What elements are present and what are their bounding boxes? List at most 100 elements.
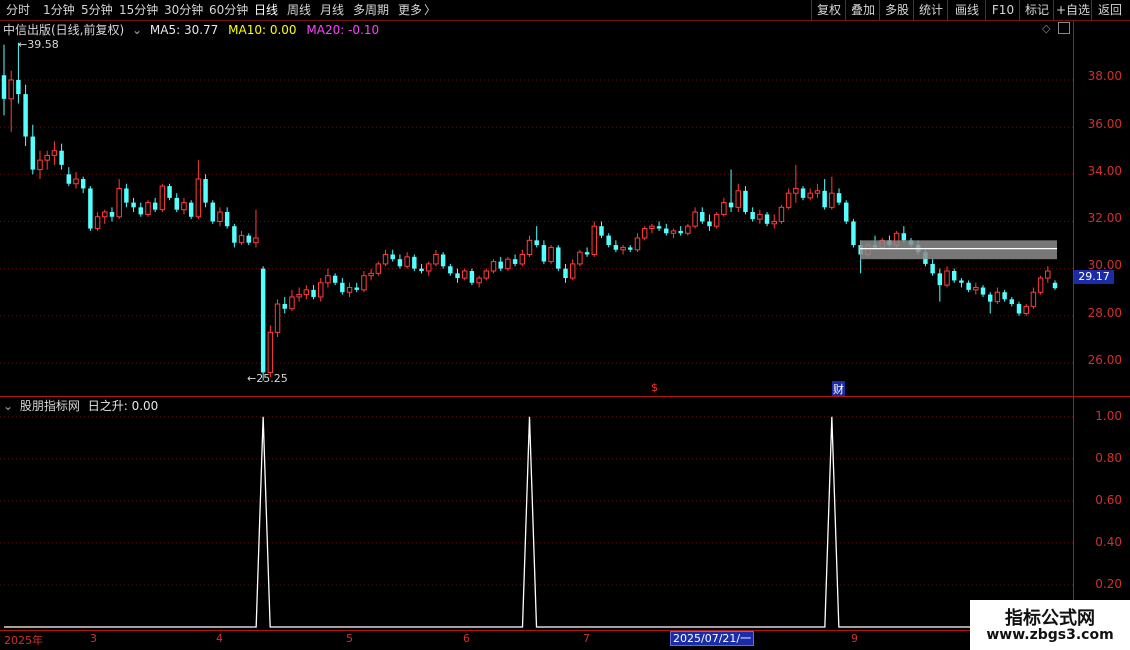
- candle-body-down: [606, 235, 611, 246]
- candle-body-up: [217, 211, 223, 222]
- period-tab-more[interactable]: 更多: [398, 0, 422, 20]
- panel-divider: [0, 396, 1130, 397]
- candle-body-up: [461, 270, 468, 279]
- candle-body-up: [634, 237, 641, 251]
- candle-body-down: [1016, 304, 1022, 314]
- panel-window-icon[interactable]: [1058, 22, 1070, 34]
- arrow-left-icon: ←: [18, 38, 28, 51]
- period-tab-monthly[interactable]: 月线: [320, 0, 344, 20]
- candle-body-down: [311, 289, 316, 297]
- candle-body-down: [260, 268, 266, 373]
- candle-body-up: [757, 213, 763, 220]
- candle-body-down: [203, 179, 208, 203]
- candle-body-up: [361, 275, 367, 291]
- candle-body-up: [94, 216, 101, 230]
- candle-body-down: [455, 273, 460, 279]
- period-tab-60min[interactable]: 60分钟: [209, 0, 248, 20]
- fuquan-button[interactable]: 复权: [811, 0, 846, 20]
- candle-body-up: [159, 185, 166, 211]
- candle-body-up: [771, 220, 777, 225]
- add-watchlist-button[interactable]: +自选: [1053, 0, 1092, 20]
- x-tick-label: 3: [90, 632, 97, 645]
- candle-body-down: [901, 233, 907, 241]
- period-tab-15min[interactable]: 15分钟: [119, 0, 158, 20]
- period-tab-multi[interactable]: 多周期: [353, 0, 389, 20]
- candle-body-down: [750, 212, 755, 220]
- candle-body-up: [620, 246, 626, 251]
- ma20-value: MA20: -0.10: [306, 23, 380, 37]
- candle-body-up: [713, 213, 720, 227]
- y-tick-label: 34.00: [1087, 164, 1122, 178]
- candle-body-down: [498, 261, 503, 269]
- overlay-button[interactable]: 叠加: [845, 0, 880, 20]
- candle-body-down: [88, 188, 93, 229]
- candle-body-down: [1009, 299, 1015, 305]
- financial-report-marker[interactable]: 财: [832, 381, 845, 397]
- x-tick-label: 9: [851, 632, 858, 645]
- candle-body-down: [800, 188, 806, 198]
- y-tick-label: 0.40: [1095, 535, 1122, 549]
- candle-body-down: [613, 245, 619, 250]
- candle-body-down: [1, 75, 7, 99]
- candle-body-down: [390, 254, 395, 260]
- x-tick-label: 2025年: [4, 634, 43, 647]
- period-tab-30min[interactable]: 30分钟: [164, 0, 203, 20]
- candle-body-down: [1052, 282, 1058, 289]
- cursor-date-tag: 2025/07/21/一: [670, 631, 755, 646]
- period-tab-5min[interactable]: 5分钟: [81, 0, 113, 20]
- period-tab-weekly[interactable]: 周线: [287, 0, 311, 20]
- candle-body-down: [224, 212, 230, 227]
- period-tab-1min[interactable]: 1分钟: [43, 0, 75, 20]
- candle-body-down: [138, 207, 144, 215]
- candle-body-down: [469, 271, 475, 283]
- candle-body-up: [404, 256, 410, 267]
- candle-body-up: [44, 154, 50, 161]
- candle-body-down: [728, 202, 734, 208]
- candle-body-down: [966, 282, 971, 290]
- low-price-label: ←25.25: [247, 372, 288, 385]
- candle-body-up: [375, 263, 382, 274]
- x-tick-label: 7: [583, 632, 590, 645]
- candle-body-up: [37, 159, 43, 171]
- y-tick-label: 0.80: [1095, 451, 1122, 465]
- y-tick-label: 36.00: [1087, 117, 1122, 131]
- candle-body-down: [440, 254, 446, 267]
- candle-body-down: [541, 245, 547, 262]
- stock-title: 中信出版(日线,前复权): [3, 23, 125, 37]
- f10-button[interactable]: F10: [985, 0, 1020, 20]
- collapse-chevron-icon[interactable]: ⌄: [3, 399, 13, 413]
- candle-body-down: [23, 94, 28, 137]
- candle-body-down: [167, 186, 172, 198]
- candle-body-up: [1045, 270, 1051, 279]
- collapse-chevron-icon[interactable]: ⌄: [132, 23, 142, 37]
- indicator-panel[interactable]: [0, 397, 1073, 630]
- chevron-right-icon[interactable]: 〉: [424, 0, 436, 20]
- candle-body-down: [174, 197, 179, 210]
- y-tick-label: 28.00: [1087, 306, 1122, 320]
- draw-line-button[interactable]: 画线: [947, 0, 986, 20]
- statistics-button[interactable]: 统计: [913, 0, 948, 20]
- candle-body-up: [490, 261, 497, 272]
- back-button[interactable]: 返回: [1091, 0, 1128, 20]
- candle-body-down: [412, 256, 417, 269]
- candle-body-up: [8, 79, 14, 100]
- candle-body-down: [700, 212, 705, 222]
- candle-body-down: [743, 190, 748, 213]
- candle-body-down: [332, 275, 338, 283]
- indicator-source: 股朋指标网: [19, 399, 80, 413]
- period-tab-daily[interactable]: 日线: [254, 0, 278, 20]
- candle-body-up: [814, 190, 821, 194]
- diamond-icon[interactable]: ◇: [1042, 22, 1050, 35]
- indicator-chart[interactable]: [0, 397, 1073, 630]
- mark-button[interactable]: 标记: [1019, 0, 1054, 20]
- candlestick-chart[interactable]: [0, 21, 1073, 396]
- candle-body-down: [30, 136, 36, 170]
- dividend-marker[interactable]: $: [651, 381, 658, 394]
- candle-body-down: [448, 266, 453, 274]
- price-band-box: [860, 240, 1057, 260]
- candle-body-down: [678, 230, 683, 234]
- period-tab-fenshi[interactable]: 分时: [6, 0, 30, 20]
- candle-body-down: [534, 240, 539, 246]
- price-chart-panel[interactable]: [0, 21, 1073, 396]
- multi-stock-button[interactable]: 多股: [879, 0, 914, 20]
